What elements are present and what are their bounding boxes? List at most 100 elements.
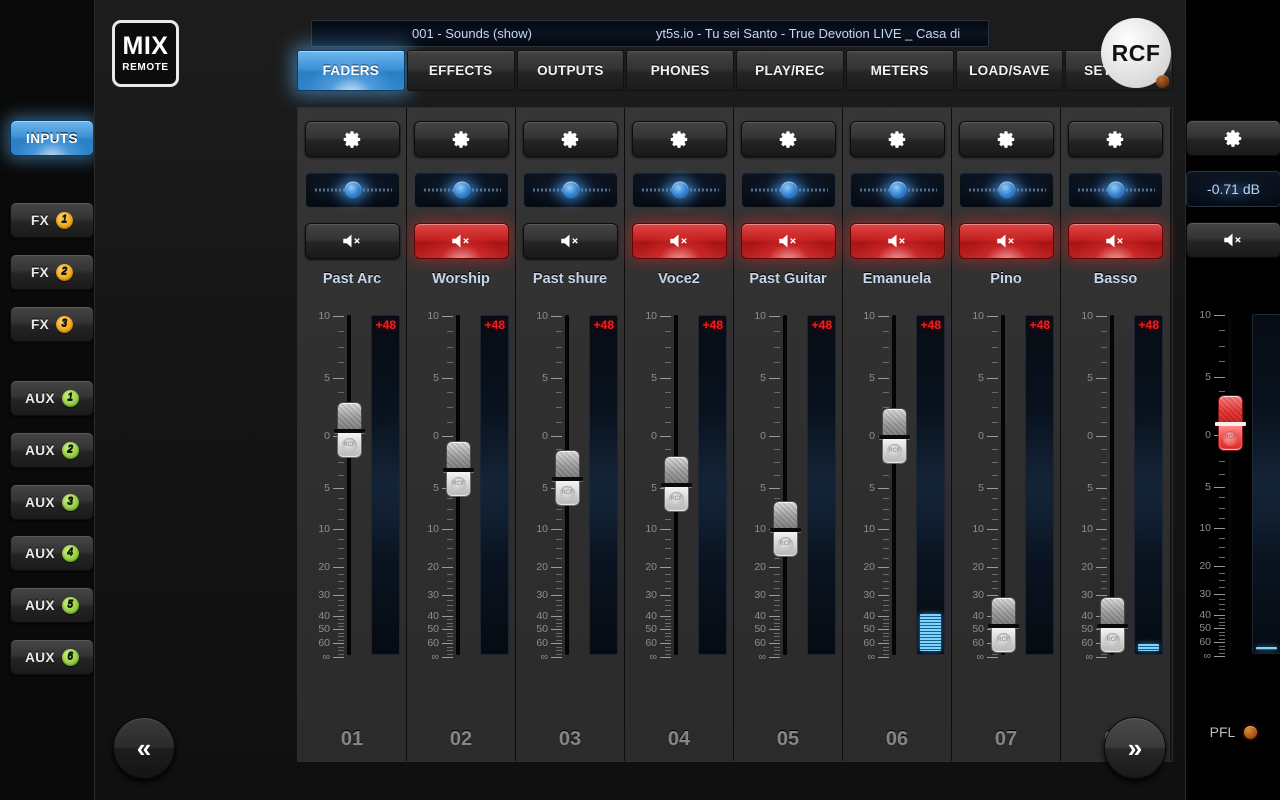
scale-label: 20 bbox=[645, 561, 657, 574]
sidebar-item-aux-2[interactable]: AUX 2 bbox=[10, 432, 94, 468]
sidebar-item-fx-2[interactable]: FX 2 bbox=[10, 254, 94, 290]
prev-bank-button[interactable]: « bbox=[113, 717, 175, 779]
channel-03-settings-button[interactable] bbox=[523, 121, 618, 157]
channel-05-mute-button[interactable] bbox=[741, 223, 836, 259]
fader-track[interactable] bbox=[1228, 314, 1232, 654]
channel-05-settings-button[interactable] bbox=[741, 121, 836, 157]
gear-icon bbox=[779, 130, 797, 148]
main-out-db-value[interactable]: -0.71 dB bbox=[1186, 171, 1280, 207]
main-out-level-meter bbox=[1252, 314, 1280, 654]
pan-knob[interactable] bbox=[1107, 181, 1124, 199]
channel-02-number[interactable]: 02 bbox=[407, 728, 515, 751]
sidebar-item-inputs[interactable]: INPUTS bbox=[10, 120, 94, 156]
channel-06-fader-handle[interactable]: RCF bbox=[879, 408, 910, 464]
sidebar-item-aux-1[interactable]: AUX 1 bbox=[10, 380, 94, 416]
fader-handle-bottom: RCF bbox=[337, 433, 362, 458]
channel-04-number[interactable]: 04 bbox=[625, 728, 733, 751]
show-display[interactable]: 001 - Sounds (show) yt5s.io - Tu sei San… bbox=[311, 20, 989, 47]
channel-03-pan-control[interactable] bbox=[523, 172, 618, 208]
meter-glow bbox=[590, 410, 617, 560]
channel-08-settings-button[interactable] bbox=[1068, 121, 1163, 157]
channel-04-fader-handle[interactable]: RCF bbox=[661, 456, 692, 512]
channel-03-number[interactable]: 03 bbox=[516, 728, 624, 751]
channel-08-mute-button[interactable] bbox=[1068, 223, 1163, 259]
channel-07-settings-button[interactable] bbox=[959, 121, 1054, 157]
sidebar-item-aux-3[interactable]: AUX 3 bbox=[10, 484, 94, 520]
scale-label: 10 bbox=[536, 309, 548, 322]
tab-outputs[interactable]: OUTPUTS bbox=[516, 50, 625, 91]
pan-knob[interactable] bbox=[453, 181, 470, 199]
channel-01-fader-handle[interactable]: RCF bbox=[334, 402, 365, 458]
channel-01-settings-button[interactable] bbox=[305, 121, 400, 157]
tab-faders[interactable]: FADERS bbox=[297, 50, 405, 91]
next-bank-button[interactable]: » bbox=[1104, 717, 1166, 779]
channel-05-fader-handle[interactable]: RCF bbox=[770, 501, 801, 557]
channel-02-mute-button[interactable] bbox=[414, 223, 509, 259]
channel-06-number[interactable]: 06 bbox=[843, 728, 951, 751]
scale-label: 10 bbox=[863, 523, 875, 536]
channel-07-number[interactable]: 07 bbox=[952, 728, 1060, 751]
scale-label: 30 bbox=[536, 588, 548, 601]
logo-line-1: MIX bbox=[122, 32, 169, 60]
meter-glow bbox=[808, 410, 835, 560]
scale-label: 5 bbox=[869, 371, 875, 384]
pan-knob[interactable] bbox=[889, 181, 906, 199]
pfl-led[interactable] bbox=[1244, 725, 1258, 739]
channel-07-mute-button[interactable] bbox=[959, 223, 1054, 259]
meter-glow bbox=[1253, 409, 1280, 559]
tab-phones[interactable]: PHONES bbox=[626, 50, 734, 91]
scale-label: 50 bbox=[863, 623, 875, 636]
fader-track[interactable] bbox=[347, 315, 351, 655]
channel-02-fader-handle[interactable]: RCF bbox=[443, 441, 474, 497]
sidebar-item-fx-3[interactable]: FX 3 bbox=[10, 306, 94, 342]
pan-knob[interactable] bbox=[344, 181, 361, 199]
pan-knob[interactable] bbox=[562, 181, 579, 199]
sidebar-item-aux-5[interactable]: AUX 5 bbox=[10, 587, 94, 623]
scale-label: 50 bbox=[754, 623, 766, 636]
main-out-settings-button[interactable] bbox=[1186, 120, 1280, 156]
fader-track[interactable] bbox=[783, 315, 787, 655]
channel-02-settings-button[interactable] bbox=[414, 121, 509, 157]
channel-07-pan-control[interactable] bbox=[959, 172, 1054, 208]
pan-knob[interactable] bbox=[671, 181, 688, 199]
channel-01-pan-control[interactable] bbox=[305, 172, 400, 208]
channel-04-pan-control[interactable] bbox=[632, 172, 727, 208]
channel-03-mute-button[interactable] bbox=[523, 223, 618, 259]
channel-06-pan-control[interactable] bbox=[850, 172, 945, 208]
pan-knob[interactable] bbox=[780, 181, 797, 199]
pan-knob[interactable] bbox=[998, 181, 1015, 199]
channel-04-mute-button[interactable] bbox=[632, 223, 727, 259]
scale-label: 10 bbox=[427, 523, 439, 536]
fader-track[interactable] bbox=[892, 315, 896, 655]
channel-05-pan-control[interactable] bbox=[741, 172, 836, 208]
channel-strip-07: Pino 10 5 0 5 10 20 30 40 50 60 ∞ RCF +48 07 bbox=[952, 108, 1061, 761]
channel-01-mute-button[interactable] bbox=[305, 223, 400, 259]
main-out-fader-handle[interactable]: RCF bbox=[1215, 395, 1246, 451]
channel-08-pan-control[interactable] bbox=[1068, 172, 1163, 208]
channel-02-pan-control[interactable] bbox=[414, 172, 509, 208]
scale-label: ∞ bbox=[1085, 651, 1094, 663]
scale-label: 20 bbox=[1199, 560, 1211, 573]
channel-03-fader-handle[interactable]: RCF bbox=[552, 450, 583, 506]
scale-label: 10 bbox=[536, 523, 548, 536]
channel-06-settings-button[interactable] bbox=[850, 121, 945, 157]
main-out-mute-button[interactable] bbox=[1186, 222, 1280, 258]
channel-05-number[interactable]: 05 bbox=[734, 728, 842, 751]
channel-08-fader-handle[interactable]: RCF bbox=[1097, 597, 1128, 653]
channel-07-fader-handle[interactable]: RCF bbox=[988, 597, 1019, 653]
tab-loadsave[interactable]: LOAD/SAVE bbox=[955, 50, 1064, 91]
gear-icon bbox=[888, 130, 906, 148]
tab-playrec[interactable]: PLAY/REC bbox=[736, 50, 844, 91]
sidebar-item-aux-4[interactable]: AUX 4 bbox=[10, 535, 94, 571]
channel-01-number[interactable]: 01 bbox=[298, 728, 406, 751]
sidebar-item-fx-1[interactable]: FX 1 bbox=[10, 202, 94, 238]
tab-meters[interactable]: METERS bbox=[845, 50, 954, 91]
fader-handle-top bbox=[446, 441, 471, 469]
scale-label: 40 bbox=[972, 609, 984, 622]
tab-effects[interactable]: EFFECTS bbox=[406, 50, 515, 91]
channel-04-settings-button[interactable] bbox=[632, 121, 727, 157]
fader-handle-emblem: RCF bbox=[1223, 430, 1238, 446]
channel-06-mute-button[interactable] bbox=[850, 223, 945, 259]
logo-line-2: REMOTE bbox=[122, 62, 169, 73]
sidebar-item-aux-6[interactable]: AUX 6 bbox=[10, 639, 94, 675]
